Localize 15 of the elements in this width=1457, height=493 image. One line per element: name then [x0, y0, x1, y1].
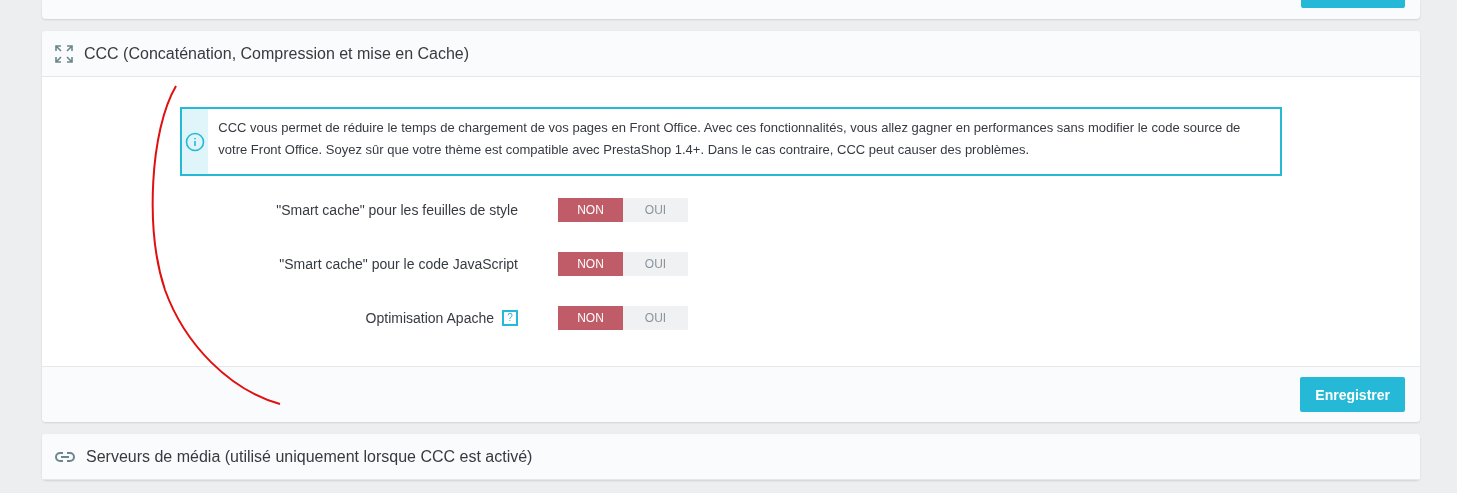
- info-text: CCC vous permet de réduire le temps de chargement de vos pages en Front Office. Avec ces fonctionnalités, vous allez gagner en performances sans modifier le code source de votre Front Office. Soyez sûr que votre thème est compatible avec PrestaShop 1.4+. Dans le cas contraire, CCC peut causer des problèmes.: [217, 119, 1242, 159]
- switch-option[interactable]: NON: [558, 198, 623, 222]
- info-icon: [185, 131, 206, 152]
- switch-option[interactable]: NON: [558, 252, 623, 276]
- help-badge[interactable]: ?: [502, 310, 518, 326]
- expand-icon: [54, 43, 74, 64]
- panel-title: Serveurs de média (utilisé uniquement lorsque CCC est activé): [86, 447, 533, 466]
- link-icon: [54, 449, 76, 464]
- button[interactable]: [1301, 0, 1405, 8]
- setting-label: "Smart cache" pour le code JavaScript: [279, 256, 518, 272]
- save-button[interactable]: Enregistrer: [1300, 377, 1405, 412]
- panel-title: CCC (Concaténation, Compression et mise en Cache): [84, 44, 470, 63]
- setting-label: Optimisation Apache: [365, 310, 494, 326]
- setting-label: "Smart cache" pour les feuilles de style: [276, 202, 518, 218]
- switch-option[interactable]: NON: [558, 306, 623, 330]
